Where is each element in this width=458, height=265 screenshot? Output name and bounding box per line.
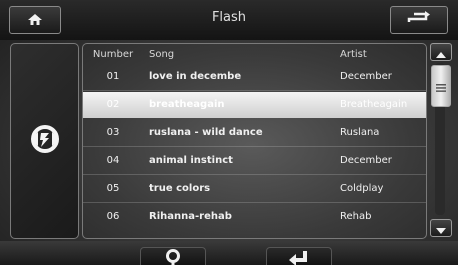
song-title: breatheagain bbox=[149, 99, 225, 110]
song-list: Number Song Artist 01 love in decembe De… bbox=[82, 43, 427, 239]
column-header-number: Number bbox=[92, 49, 134, 60]
song-title: Rihanna-rehab bbox=[149, 211, 232, 222]
song-number: 04 bbox=[106, 155, 120, 166]
top-bar: Flash bbox=[0, 0, 458, 40]
song-artist: Ruslana bbox=[340, 127, 380, 138]
music-player-screen: Flash Number Song Artist 01 love in dece… bbox=[0, 0, 458, 265]
song-number: 02 bbox=[106, 99, 120, 110]
scroll-thumb[interactable] bbox=[431, 65, 451, 107]
scroll-up-button[interactable] bbox=[430, 43, 452, 61]
list-item[interactable]: 01 love in decembe December bbox=[83, 64, 426, 91]
song-artist: Breatheagain bbox=[340, 99, 408, 110]
search-button[interactable] bbox=[140, 247, 206, 265]
song-title: animal instinct bbox=[149, 155, 233, 166]
grip-lines-icon bbox=[436, 77, 446, 96]
song-number: 01 bbox=[106, 71, 120, 82]
column-header-artist: Artist bbox=[340, 49, 367, 60]
song-title: true colors bbox=[149, 183, 211, 194]
song-artist: December bbox=[340, 155, 392, 166]
song-number: 03 bbox=[106, 127, 120, 138]
song-artist: Coldplay bbox=[340, 183, 384, 194]
back-button[interactable] bbox=[390, 6, 448, 34]
source-panel[interactable] bbox=[10, 43, 79, 239]
bottom-bar bbox=[0, 241, 458, 265]
return-arrow-icon bbox=[406, 10, 432, 30]
list-item[interactable]: 06 Rihanna-rehab Rehab bbox=[83, 204, 426, 230]
song-artist: Rehab bbox=[340, 211, 372, 222]
song-title: ruslana - wild dance bbox=[149, 127, 263, 138]
enter-icon bbox=[287, 248, 311, 265]
arrow-up-icon bbox=[436, 43, 446, 62]
enter-button[interactable] bbox=[266, 247, 332, 265]
song-title: love in decembe bbox=[149, 71, 242, 82]
list-item[interactable]: 03 ruslana - wild dance Ruslana bbox=[83, 120, 426, 147]
column-header-song: Song bbox=[149, 49, 175, 60]
song-artist: December bbox=[340, 71, 392, 82]
list-item-selected[interactable]: 02 breatheagain Breatheagain bbox=[83, 92, 426, 118]
search-icon bbox=[163, 248, 183, 265]
list-item[interactable]: 04 animal instinct December bbox=[83, 148, 426, 175]
scroll-down-button[interactable] bbox=[430, 219, 452, 237]
arrow-down-icon bbox=[436, 219, 446, 238]
song-number: 05 bbox=[106, 183, 120, 194]
song-number: 06 bbox=[106, 211, 120, 222]
list-item[interactable]: 05 true colors Coldplay bbox=[83, 176, 426, 203]
flash-source-icon bbox=[28, 122, 62, 160]
list-scrollbar[interactable] bbox=[428, 43, 452, 237]
